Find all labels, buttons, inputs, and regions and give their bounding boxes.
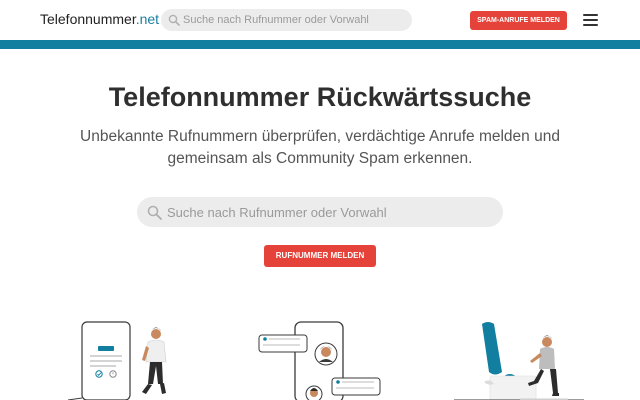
main-search-bar[interactable] xyxy=(137,197,503,227)
report-spam-calls-button[interactable]: SPAM-ANRUFE MELDEN xyxy=(470,11,567,30)
exclamation-warning-illustration xyxy=(454,322,584,400)
main-search-input[interactable] xyxy=(167,197,497,227)
top-navigation-bar: Telefonnummer.net SPAM-ANRUFE MELDEN xyxy=(0,0,640,40)
phone-chat-illustration xyxy=(258,321,381,400)
search-icon xyxy=(168,14,180,26)
search-icon xyxy=(147,205,162,220)
hamburger-menu-icon[interactable] xyxy=(583,14,599,26)
header-search-input[interactable] xyxy=(183,9,407,31)
page-title: Telefonnummer Rückwärtssuche xyxy=(108,82,532,112)
header-search-bar[interactable] xyxy=(161,9,412,31)
hero-subtitle: Unbekannte Rufnummern überprüfen, verdäc… xyxy=(80,126,560,170)
site-logo[interactable]: Telefonnummer.net xyxy=(40,11,159,27)
logo-name: Telefonnummer xyxy=(40,11,136,27)
phone-checklist-illustration xyxy=(67,321,167,400)
logo-tld: .net xyxy=(135,11,160,27)
hero-subtitle-line1: Unbekannte Rufnummern überprüfen, verdäc… xyxy=(80,128,560,145)
report-number-button[interactable]: RUFNUMMER MELDEN xyxy=(264,245,376,267)
hero-subtitle-line2: gemeinsam als Community Spam erkennen. xyxy=(167,150,473,167)
header-accent-band xyxy=(0,40,640,49)
